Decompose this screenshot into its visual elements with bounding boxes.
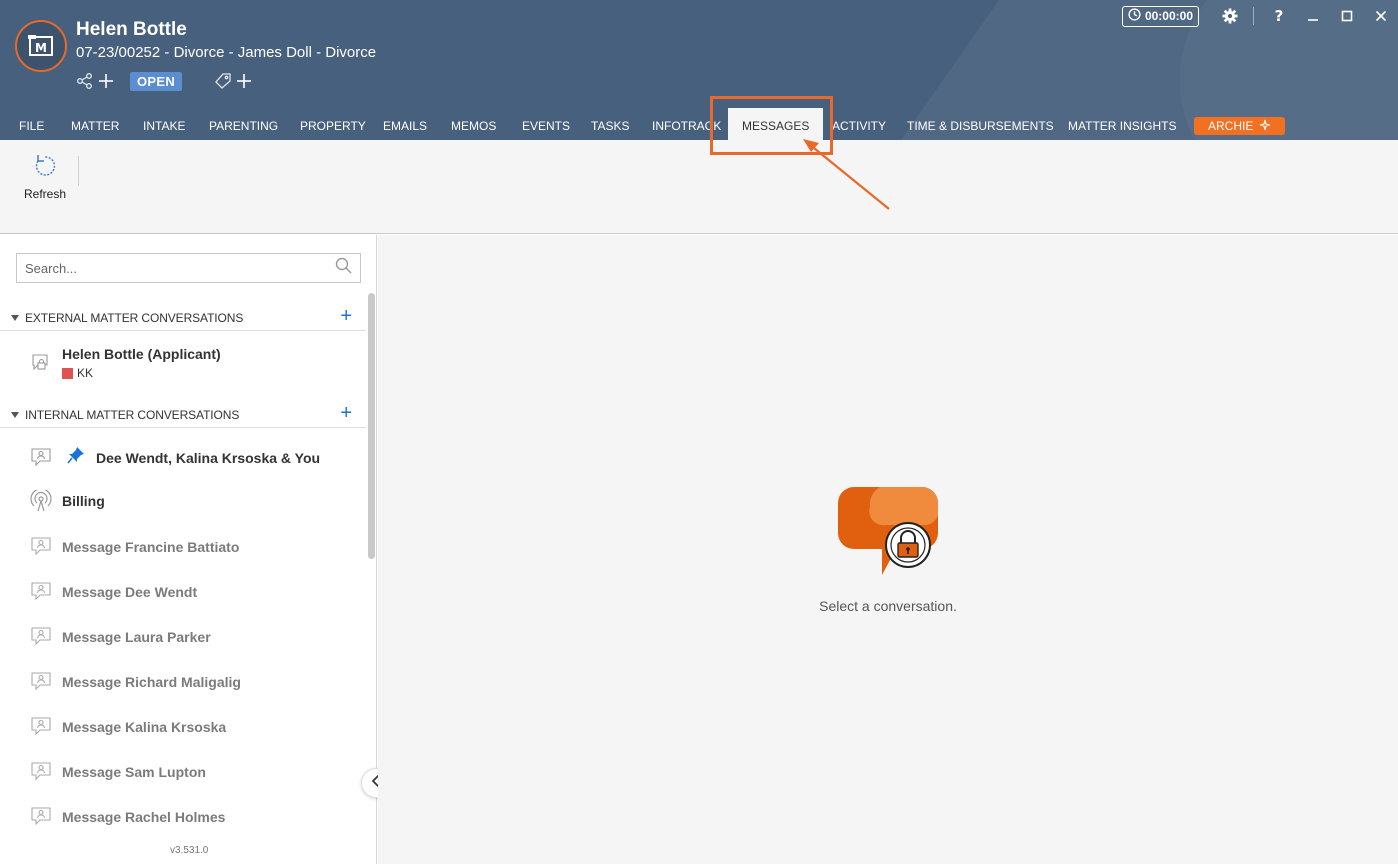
internal-header-label: INTERNAL MATTER CONVERSATIONS: [25, 407, 240, 422]
tab-matter[interactable]: MATTER: [71, 108, 119, 140]
conversation-item[interactable]: Message Laura Parker: [0, 622, 366, 652]
search-input[interactable]: [25, 260, 335, 276]
matter-logo-icon: M: [15, 20, 67, 72]
secure-chat-icon: [836, 485, 940, 582]
toolbar-divider: [78, 156, 79, 186]
broadcast-icon: [29, 490, 53, 512]
conversation-item[interactable]: Message Francine Battiato: [0, 532, 366, 562]
person-chat-icon: [29, 625, 53, 647]
refresh-button[interactable]: Refresh: [18, 152, 72, 202]
tab-matter-insights[interactable]: MATTER INSIGHTS: [1068, 108, 1176, 140]
tab-property[interactable]: PROPERTY: [300, 108, 366, 140]
pin-icon[interactable]: [67, 446, 85, 469]
person-chat-icon: [29, 760, 53, 782]
main-tab-bar: FILE MATTER INTAKE PARENTING PROPERTY EM…: [0, 108, 1398, 140]
settings-gear-icon[interactable]: [1213, 4, 1247, 28]
conversation-name: Message Francine Battiato: [62, 539, 240, 555]
clock-icon: [1128, 8, 1141, 24]
tab-file[interactable]: FILE: [19, 108, 44, 140]
tab-parenting[interactable]: PARENTING: [209, 108, 278, 140]
search-box: [16, 253, 361, 283]
tag-initials: KK: [77, 366, 94, 380]
collapse-triangle-icon[interactable]: [11, 314, 19, 321]
version-label: v3.531.0: [170, 845, 209, 856]
conversation-item[interactable]: Message Kalina Krsoska: [0, 712, 366, 742]
conversation-item[interactable]: Dee Wendt, Kalina Krsoska & You: [0, 443, 366, 473]
internal-conversations-header[interactable]: INTERNAL MATTER CONVERSATIONS +: [0, 402, 366, 428]
tab-emails[interactable]: EMAILS: [383, 108, 427, 140]
conversation-name: Billing: [62, 493, 105, 509]
add-external-conversation-icon[interactable]: +: [340, 306, 352, 326]
person-chat-icon: [29, 535, 53, 557]
conversation-item[interactable]: Billing: [0, 487, 366, 517]
conversation-item[interactable]: Message Sam Lupton: [0, 757, 366, 787]
matter-subtitle: 07-23/00252 - Divorce - James Doll - Div…: [76, 44, 377, 61]
window-controls: 00:00:00 ?: [1121, 4, 1398, 28]
conversation-name: Message Dee Wendt: [62, 584, 198, 600]
empty-state-message: Select a conversation.: [819, 598, 957, 614]
tag-color-swatch: [62, 367, 73, 379]
tab-memos[interactable]: MEMOS: [451, 108, 496, 140]
sparkle-icon: [1259, 118, 1271, 136]
external-conversations-header[interactable]: EXTERNAL MATTER CONVERSATIONS +: [0, 305, 366, 331]
conversation-name: Message Sam Lupton: [62, 764, 206, 780]
matter-title: Helen Bottle: [76, 19, 187, 40]
tab-tasks[interactable]: TASKS: [591, 108, 629, 140]
help-icon[interactable]: ?: [1262, 4, 1296, 28]
external-header-label: EXTERNAL MATTER CONVERSATIONS: [25, 310, 244, 325]
person-chat-icon: [29, 670, 53, 692]
conversation-tag: KK: [62, 366, 93, 380]
conversation-name: Helen Bottle (Applicant): [62, 346, 221, 362]
conversation-name: Message Kalina Krsoska: [62, 719, 227, 735]
ribbon-toolbar: Refresh: [0, 140, 1398, 234]
conversation-panel: Select a conversation.: [378, 235, 1398, 864]
maximize-icon[interactable]: [1330, 4, 1364, 28]
svg-text:?: ?: [1275, 8, 1284, 24]
conversation-name: Message Laura Parker: [62, 629, 211, 645]
conversation-name: Dee Wendt, Kalina Krsoska & You: [96, 450, 321, 466]
status-badge: OPEN: [130, 71, 183, 91]
conversation-item[interactable]: Message Richard Maligalig: [0, 667, 366, 697]
search-icon[interactable]: [335, 257, 352, 279]
svg-text:M: M: [35, 41, 47, 55]
collapse-triangle-icon[interactable]: [11, 411, 19, 418]
person-chat-icon: [29, 715, 53, 737]
archie-label: ARCHIE: [1208, 119, 1254, 133]
annotation-arrow-icon: [803, 139, 890, 210]
person-chat-icon: [29, 446, 53, 468]
add-related-icon[interactable]: [98, 70, 114, 92]
conversation-item[interactable]: Helen Bottle (Applicant) KK: [0, 342, 366, 384]
add-internal-conversation-icon[interactable]: +: [340, 403, 352, 423]
conversation-item[interactable]: Message Rachel Holmes: [0, 802, 366, 832]
external-chat-icon: [29, 352, 53, 374]
share-icon[interactable]: [76, 70, 94, 92]
timer-value: 00:00:00: [1144, 9, 1193, 23]
empty-state: Select a conversation.: [378, 485, 1398, 614]
person-chat-icon: [29, 805, 53, 827]
minimize-icon[interactable]: [1296, 4, 1330, 28]
person-chat-icon: [29, 580, 53, 602]
matter-meta-row: OPEN: [76, 70, 252, 92]
conversation-item[interactable]: Message Dee Wendt: [0, 577, 366, 607]
conversation-name: Message Rachel Holmes: [62, 809, 226, 825]
sidebar-scrollbar[interactable]: [368, 293, 375, 559]
refresh-label: Refresh: [23, 187, 67, 201]
matter-header: M Helen Bottle 07-23/00252 - Divorce - J…: [0, 0, 1398, 140]
add-tag-icon[interactable]: [236, 70, 252, 92]
tab-archie[interactable]: ARCHIE: [1194, 117, 1285, 135]
tab-time-disbursements[interactable]: TIME & DISBURSEMENTS: [907, 108, 1054, 140]
close-icon[interactable]: [1364, 4, 1398, 28]
tab-events[interactable]: EVENTS: [522, 108, 570, 140]
conversation-name: Message Richard Maligalig: [62, 674, 241, 690]
timer-button[interactable]: 00:00:00: [1121, 5, 1199, 27]
refresh-icon: [31, 152, 59, 185]
tab-intake[interactable]: INTAKE: [143, 108, 185, 140]
tag-icon[interactable]: [214, 70, 232, 92]
conversations-sidebar: EXTERNAL MATTER CONVERSATIONS + Helen Bo…: [0, 235, 377, 864]
